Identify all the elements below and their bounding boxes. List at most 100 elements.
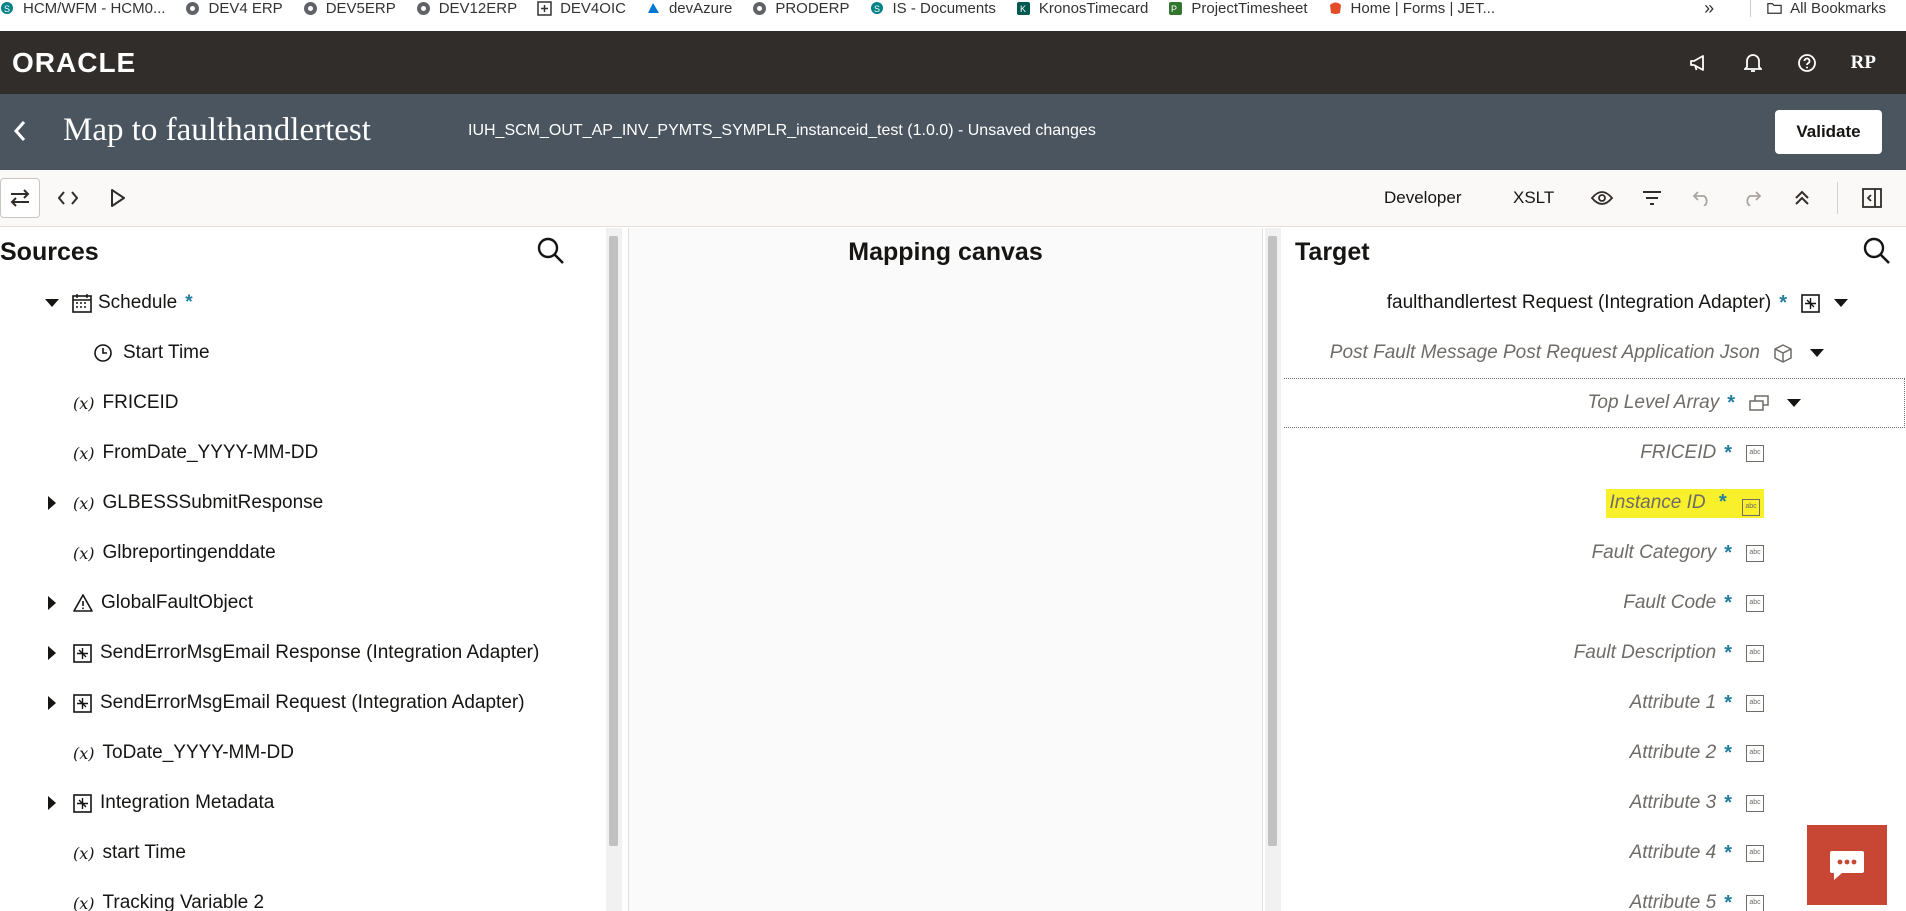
target-item-attribute-4[interactable]: Attribute 4 * abc bbox=[1630, 833, 1764, 873]
target-heading: Target bbox=[1295, 238, 1370, 266]
target-item-attribute-5[interactable]: Attribute 5 * abc bbox=[1630, 883, 1764, 911]
variable-icon: (x) bbox=[73, 843, 95, 863]
bookmark-dev5erp[interactable]: DEV5ERP bbox=[303, 0, 406, 23]
canvas-heading: Mapping canvas bbox=[848, 238, 1043, 266]
collapse-all-icon[interactable] bbox=[1782, 178, 1822, 218]
bookmark-dev4oic[interactable]: DEV4OIC bbox=[537, 0, 636, 23]
source-item-start-time-var[interactable]: (x) start Time bbox=[73, 833, 186, 873]
source-item-todate[interactable]: (x) ToDate_YYYY-MM-DD bbox=[73, 733, 294, 773]
target-item-attribute-2[interactable]: Attribute 2 * abc bbox=[1630, 733, 1764, 773]
azure-icon bbox=[646, 1, 661, 16]
swap-view-icon[interactable] bbox=[0, 178, 40, 218]
help-icon[interactable] bbox=[1797, 53, 1817, 73]
back-icon[interactable] bbox=[8, 116, 32, 146]
scroll-thumb[interactable] bbox=[1268, 236, 1277, 846]
target-item-post-fault-message[interactable]: Post Fault Message Post Request Applicat… bbox=[1330, 333, 1824, 373]
announcement-icon[interactable] bbox=[1689, 53, 1709, 73]
app-header: ORACLE RP bbox=[0, 31, 1906, 94]
sources-heading: Sources bbox=[0, 238, 99, 266]
expand-icon[interactable] bbox=[1834, 299, 1848, 307]
source-item-start-time[interactable]: Start Time bbox=[93, 333, 210, 373]
search-icon[interactable] bbox=[1862, 236, 1892, 266]
target-item-attribute-1[interactable]: Attribute 1 * abc bbox=[1630, 683, 1764, 723]
panel-toggle-icon[interactable] bbox=[1852, 178, 1892, 218]
source-item-tracking-variable-2[interactable]: (x) Tracking Variable 2 bbox=[73, 883, 264, 911]
target-item-friceid[interactable]: FRICEID * abc bbox=[1640, 433, 1764, 473]
expand-icon[interactable] bbox=[48, 796, 56, 810]
expand-icon[interactable] bbox=[48, 646, 56, 660]
integration-subtitle: IUH_SCM_OUT_AP_INV_PYMTS_SYMPLR_instance… bbox=[468, 122, 1096, 139]
globe-icon bbox=[752, 1, 767, 16]
source-item-glbreportingenddate[interactable]: (x) Glbreportingenddate bbox=[73, 533, 276, 573]
source-item-friceid[interactable]: (x) FRICEID bbox=[73, 383, 179, 423]
expand-icon[interactable] bbox=[45, 299, 59, 307]
integration-icon bbox=[73, 693, 92, 713]
target-item-top-level-array[interactable]: Top Level Array * bbox=[1588, 383, 1801, 423]
chat-button[interactable] bbox=[1807, 825, 1887, 905]
expand-icon[interactable] bbox=[48, 596, 56, 610]
svg-text:K: K bbox=[1020, 4, 1026, 14]
project-icon: P bbox=[1168, 1, 1183, 16]
all-bookmarks-button[interactable]: All Bookmarks bbox=[1767, 0, 1896, 23]
string-type-icon: abc bbox=[1746, 444, 1764, 462]
bell-icon[interactable] bbox=[1743, 53, 1763, 73]
source-item-glbesssubmitresponse[interactable]: (x) GLBESSSubmitResponse bbox=[47, 483, 323, 523]
target-item-fault-description[interactable]: Fault Description * abc bbox=[1574, 633, 1764, 673]
integration-icon bbox=[73, 643, 92, 663]
target-item-attribute-3[interactable]: Attribute 3 * abc bbox=[1630, 783, 1764, 823]
target-item-fault-category[interactable]: Fault Category * abc bbox=[1592, 533, 1764, 573]
source-item-fromdate[interactable]: (x) FromDate_YYYY-MM-DD bbox=[73, 433, 318, 473]
canvas-scrollbar[interactable] bbox=[1265, 228, 1281, 911]
source-item-integration-metadata[interactable]: Integration Metadata bbox=[47, 783, 274, 823]
user-avatar[interactable]: RP bbox=[1851, 52, 1876, 74]
bookmark-projecttimesheet[interactable]: P ProjectTimesheet bbox=[1168, 0, 1317, 23]
expand-icon[interactable] bbox=[48, 496, 56, 510]
validate-button[interactable]: Validate bbox=[1775, 110, 1882, 154]
integration-icon bbox=[73, 793, 92, 813]
bookmark-dev4-erp[interactable]: DEV4 ERP bbox=[185, 0, 292, 23]
bookmark-jet-forms[interactable]: Home | Forms | JET... bbox=[1328, 0, 1505, 23]
array-icon bbox=[1749, 395, 1769, 411]
string-type-icon: abc bbox=[1746, 594, 1764, 612]
bookmarks-bar: S HCM/WFM - HCM0... DEV4 ERP DEV5ERP DEV… bbox=[0, 0, 1906, 30]
redo-icon[interactable] bbox=[1732, 178, 1772, 218]
sources-panel: Sources Schedule * Start Time (x) FRICEI… bbox=[0, 228, 622, 911]
source-item-senderrormsgemail-response[interactable]: SendErrorMsgEmail Response (Integration … bbox=[47, 633, 539, 673]
title-band: Map to faulthandlertest IUH_SCM_OUT_AP_I… bbox=[0, 94, 1906, 170]
warning-icon bbox=[73, 594, 93, 612]
target-item-fault-code[interactable]: Fault Code * abc bbox=[1623, 583, 1764, 623]
source-item-globalfaultobject[interactable]: GlobalFaultObject bbox=[47, 583, 253, 623]
code-view-icon[interactable] bbox=[48, 178, 88, 218]
globe-icon bbox=[416, 1, 431, 16]
source-item-schedule[interactable]: Schedule * bbox=[44, 283, 193, 323]
filter-icon[interactable] bbox=[1632, 178, 1672, 218]
sources-scrollbar[interactable] bbox=[606, 228, 622, 911]
bookmark-proderp[interactable]: PRODERP bbox=[752, 0, 859, 23]
eye-icon[interactable] bbox=[1582, 178, 1622, 218]
developer-mode-toggle[interactable]: Developer bbox=[1384, 188, 1462, 208]
variable-icon: (x) bbox=[73, 543, 95, 563]
source-item-senderrormsgemail-request[interactable]: SendErrorMsgEmail Request (Integration A… bbox=[47, 683, 525, 723]
bookmark-is-documents[interactable]: S IS - Documents bbox=[870, 0, 1006, 23]
string-type-icon: abc bbox=[1746, 644, 1764, 662]
target-item-instance-id[interactable]: Instance ID * abc bbox=[1605, 483, 1764, 523]
mapping-canvas[interactable]: Mapping canvas bbox=[628, 228, 1263, 911]
undo-icon[interactable] bbox=[1682, 178, 1722, 218]
toolbar-divider bbox=[1837, 182, 1838, 214]
bookmark-dev12erp[interactable]: DEV12ERP bbox=[416, 0, 527, 23]
string-type-icon: abc bbox=[1746, 894, 1764, 911]
bookmarks-overflow-button[interactable]: » bbox=[1704, 0, 1724, 23]
search-icon[interactable] bbox=[536, 236, 566, 266]
globe-icon bbox=[185, 1, 200, 16]
bookmark-kronos[interactable]: K KronosTimecard bbox=[1016, 0, 1158, 23]
bookmark-hcm[interactable]: S HCM/WFM - HCM0... bbox=[0, 0, 175, 23]
expand-icon[interactable] bbox=[1787, 399, 1801, 407]
bookmark-devazure[interactable]: devAzure bbox=[646, 0, 742, 23]
scroll-thumb[interactable] bbox=[609, 236, 618, 846]
expand-icon[interactable] bbox=[48, 696, 56, 710]
kronos-icon: K bbox=[1016, 1, 1031, 16]
expand-icon[interactable] bbox=[1810, 349, 1824, 357]
xslt-toggle[interactable]: XSLT bbox=[1513, 188, 1554, 208]
test-run-icon[interactable] bbox=[98, 178, 138, 218]
target-item-faulthandlertest-request[interactable]: faulthandlertest Request (Integration Ad… bbox=[1387, 283, 1848, 323]
